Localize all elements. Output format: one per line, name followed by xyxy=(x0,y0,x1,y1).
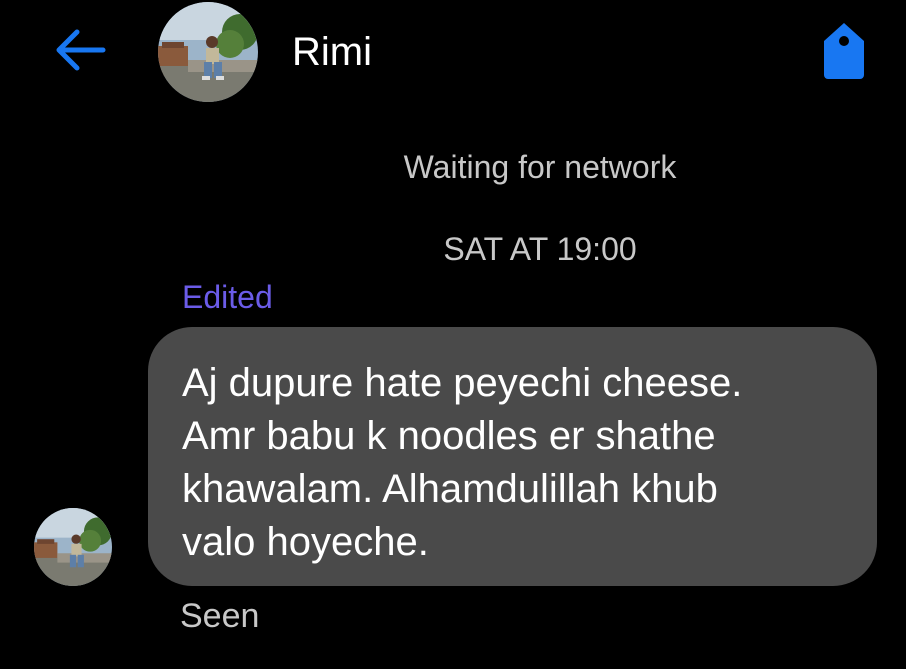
edited-label[interactable]: Edited xyxy=(182,278,273,316)
message-bubble[interactable]: Aj dupure hate peyechi cheese. Amr babu … xyxy=(148,327,877,586)
network-status: Waiting for network xyxy=(403,149,677,185)
sender-avatar[interactable] xyxy=(34,508,112,586)
price-tag-icon xyxy=(824,23,864,79)
arrow-left-icon xyxy=(56,29,106,71)
back-button[interactable] xyxy=(48,22,110,78)
chat-header: Rimi xyxy=(0,0,906,110)
message-timestamp: SAT AT 19:00 xyxy=(443,231,637,267)
contact-name[interactable]: Rimi xyxy=(292,28,372,76)
contact-avatar[interactable] xyxy=(158,2,258,102)
tag-button[interactable] xyxy=(816,20,872,82)
message-text: Aj dupure hate peyechi cheese. Amr babu … xyxy=(182,361,743,564)
seen-status: Seen xyxy=(180,597,260,635)
